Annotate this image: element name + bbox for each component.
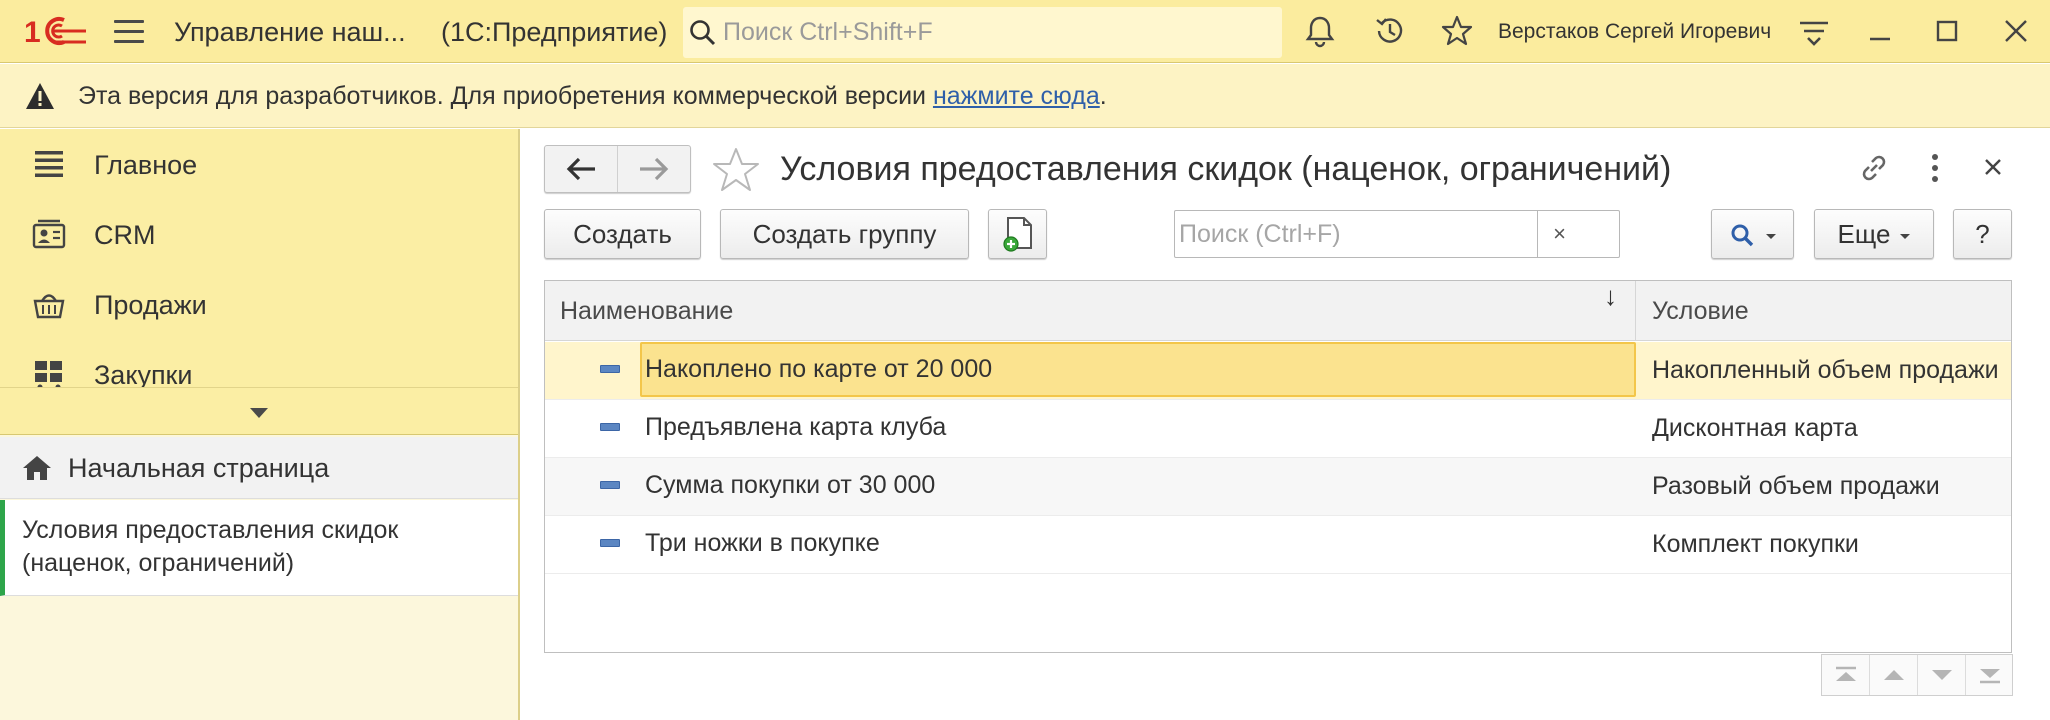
- go-last-button[interactable]: [1966, 655, 2014, 695]
- nav-home-page[interactable]: Начальная страница: [0, 437, 518, 499]
- app-title: Управление наш...: [174, 17, 406, 47]
- arrow-left-icon: [566, 157, 595, 181]
- 1c-logo[interactable]: 1: [24, 14, 88, 48]
- close-window-icon[interactable]: [2004, 19, 2028, 43]
- table-row[interactable]: Три ножки в покупке Комплект покупки: [545, 516, 2011, 574]
- user-name[interactable]: Верстаков Сергей Игоревич: [1498, 20, 1771, 44]
- table-row[interactable]: Накоплено по карте от 20 000 Накопленный…: [545, 342, 2011, 400]
- warning-tail: .: [1099, 82, 1107, 110]
- section-label: Закупки: [94, 360, 193, 387]
- list-icon: [35, 151, 63, 177]
- item-icon: [600, 423, 620, 431]
- purchase-link[interactable]: нажмите сюда: [933, 82, 1100, 110]
- section-main[interactable]: Главное: [0, 129, 518, 199]
- table-row[interactable]: Сумма покупки от 30 000 Разовый объем пр…: [545, 458, 2011, 516]
- bell-icon[interactable]: [1303, 14, 1337, 48]
- item-icon: [600, 539, 620, 547]
- sections-panel: Главное CRM Продажи Закупки: [0, 129, 518, 387]
- sidebar: Главное CRM Продажи Закупки Начальная ст…: [0, 129, 520, 720]
- column-header-name[interactable]: Наименование: [545, 281, 1636, 341]
- back-button[interactable]: [545, 146, 618, 192]
- nav-label: Условия предоставления скидок (наценок, …: [22, 516, 399, 577]
- cell-name[interactable]: Три ножки в покупке: [640, 516, 1636, 573]
- favorite-star-icon[interactable]: [712, 147, 760, 193]
- close-form-icon[interactable]: [1984, 158, 2002, 176]
- section-sales[interactable]: Продажи: [0, 269, 518, 339]
- section-label: Продажи: [94, 290, 207, 320]
- copy-button[interactable]: [988, 209, 1047, 259]
- more-button-label: Еще: [1837, 219, 1891, 249]
- sort-descending-icon: ↓: [1604, 281, 1617, 311]
- maximize-icon[interactable]: [1936, 20, 1958, 42]
- minimize-icon[interactable]: [1868, 18, 1892, 42]
- contact-card-icon: [32, 219, 66, 249]
- section-label: CRM: [94, 220, 156, 250]
- svg-text:1: 1: [24, 16, 41, 48]
- link-icon[interactable]: [1857, 151, 1891, 185]
- search-icon: [1731, 224, 1753, 247]
- main-menu-icon[interactable]: [114, 20, 144, 44]
- settings-menu-icon[interactable]: [1798, 16, 1830, 48]
- section-purchases[interactable]: Закупки: [0, 339, 518, 387]
- developer-warning-bar: Эта версия для разработчиков. Для приобр…: [0, 64, 2050, 128]
- search-options-button[interactable]: [1711, 209, 1794, 259]
- cell-name[interactable]: Накоплено по карте от 20 000: [640, 342, 1636, 397]
- nav-open-form[interactable]: Условия предоставления скидок (наценок, …: [0, 500, 518, 596]
- clear-search-button[interactable]: ×: [1537, 211, 1581, 257]
- section-label: Главное: [94, 150, 198, 180]
- list-search-input[interactable]: [1179, 211, 1533, 257]
- last-page-icon: [1980, 669, 2000, 684]
- table-row[interactable]: Предъявлена карта клуба Дисконтная карта: [545, 400, 2011, 458]
- column-header-condition[interactable]: Условие: [1636, 281, 2011, 341]
- create-group-button[interactable]: Создать группу: [720, 209, 969, 259]
- add-copy-icon: [1002, 217, 1032, 252]
- star-icon[interactable]: [1440, 14, 1474, 48]
- more-options-icon[interactable]: [1929, 151, 1941, 185]
- form-area: Условия предоставления скидок (наценок, …: [521, 129, 2050, 720]
- section-crm[interactable]: CRM: [0, 199, 518, 269]
- title-bar: 1 Управление наш... (1С:Предприятие) Вер…: [0, 0, 2050, 63]
- history-nav: [544, 145, 691, 193]
- help-button[interactable]: ?: [1953, 209, 2012, 259]
- platform-name: (1С:Предприятие): [441, 17, 668, 47]
- global-search-input[interactable]: [723, 7, 1273, 58]
- arrow-right-icon: [640, 157, 669, 181]
- cell-name[interactable]: Предъявлена карта клуба: [640, 400, 1636, 457]
- forward-button[interactable]: [618, 146, 691, 192]
- cell-name[interactable]: Сумма покупки от 30 000: [640, 458, 1636, 515]
- cell-condition[interactable]: Накопленный объем продажи: [1636, 342, 2011, 399]
- basket-icon: [33, 294, 65, 319]
- cell-condition[interactable]: Комплект покупки: [1636, 516, 2011, 573]
- cell-condition[interactable]: Разовый объем продажи: [1636, 458, 2011, 515]
- warning-text: Эта версия для разработчиков. Для приобр…: [78, 82, 1107, 111]
- cell-condition[interactable]: Дисконтная карта: [1636, 400, 2011, 457]
- more-button[interactable]: Еще: [1814, 209, 1934, 259]
- list-navigation: [1821, 654, 2013, 696]
- previous-page-icon: [1884, 670, 1904, 680]
- global-search[interactable]: [683, 7, 1282, 58]
- warning-icon: [26, 83, 54, 109]
- item-icon: [600, 481, 620, 489]
- search-icon: [690, 20, 716, 46]
- create-button[interactable]: Создать: [544, 209, 701, 259]
- first-page-icon: [1836, 666, 1856, 681]
- go-first-button[interactable]: [1822, 655, 1870, 695]
- warning-message: Эта версия для разработчиков. Для приобр…: [78, 82, 933, 110]
- column-title: Наименование: [560, 297, 734, 325]
- go-previous-button[interactable]: [1870, 655, 1918, 695]
- home-icon: [23, 456, 51, 480]
- history-icon[interactable]: [1373, 14, 1407, 48]
- chevron-down-icon: [250, 408, 268, 418]
- nav-label: Начальная страница: [68, 453, 330, 483]
- discount-conditions-table: Наименование ↓ Условие Накоплено по карт…: [544, 280, 2012, 653]
- item-icon: [600, 365, 620, 373]
- list-search: ×: [1174, 210, 1620, 258]
- table-header: Наименование ↓ Условие: [545, 281, 2011, 341]
- next-page-icon: [1932, 670, 1952, 680]
- cart-icon: [35, 361, 62, 387]
- go-next-button[interactable]: [1918, 655, 1966, 695]
- sections-expand-button[interactable]: [0, 387, 518, 435]
- form-title: Условия предоставления скидок (наценок, …: [780, 150, 1672, 188]
